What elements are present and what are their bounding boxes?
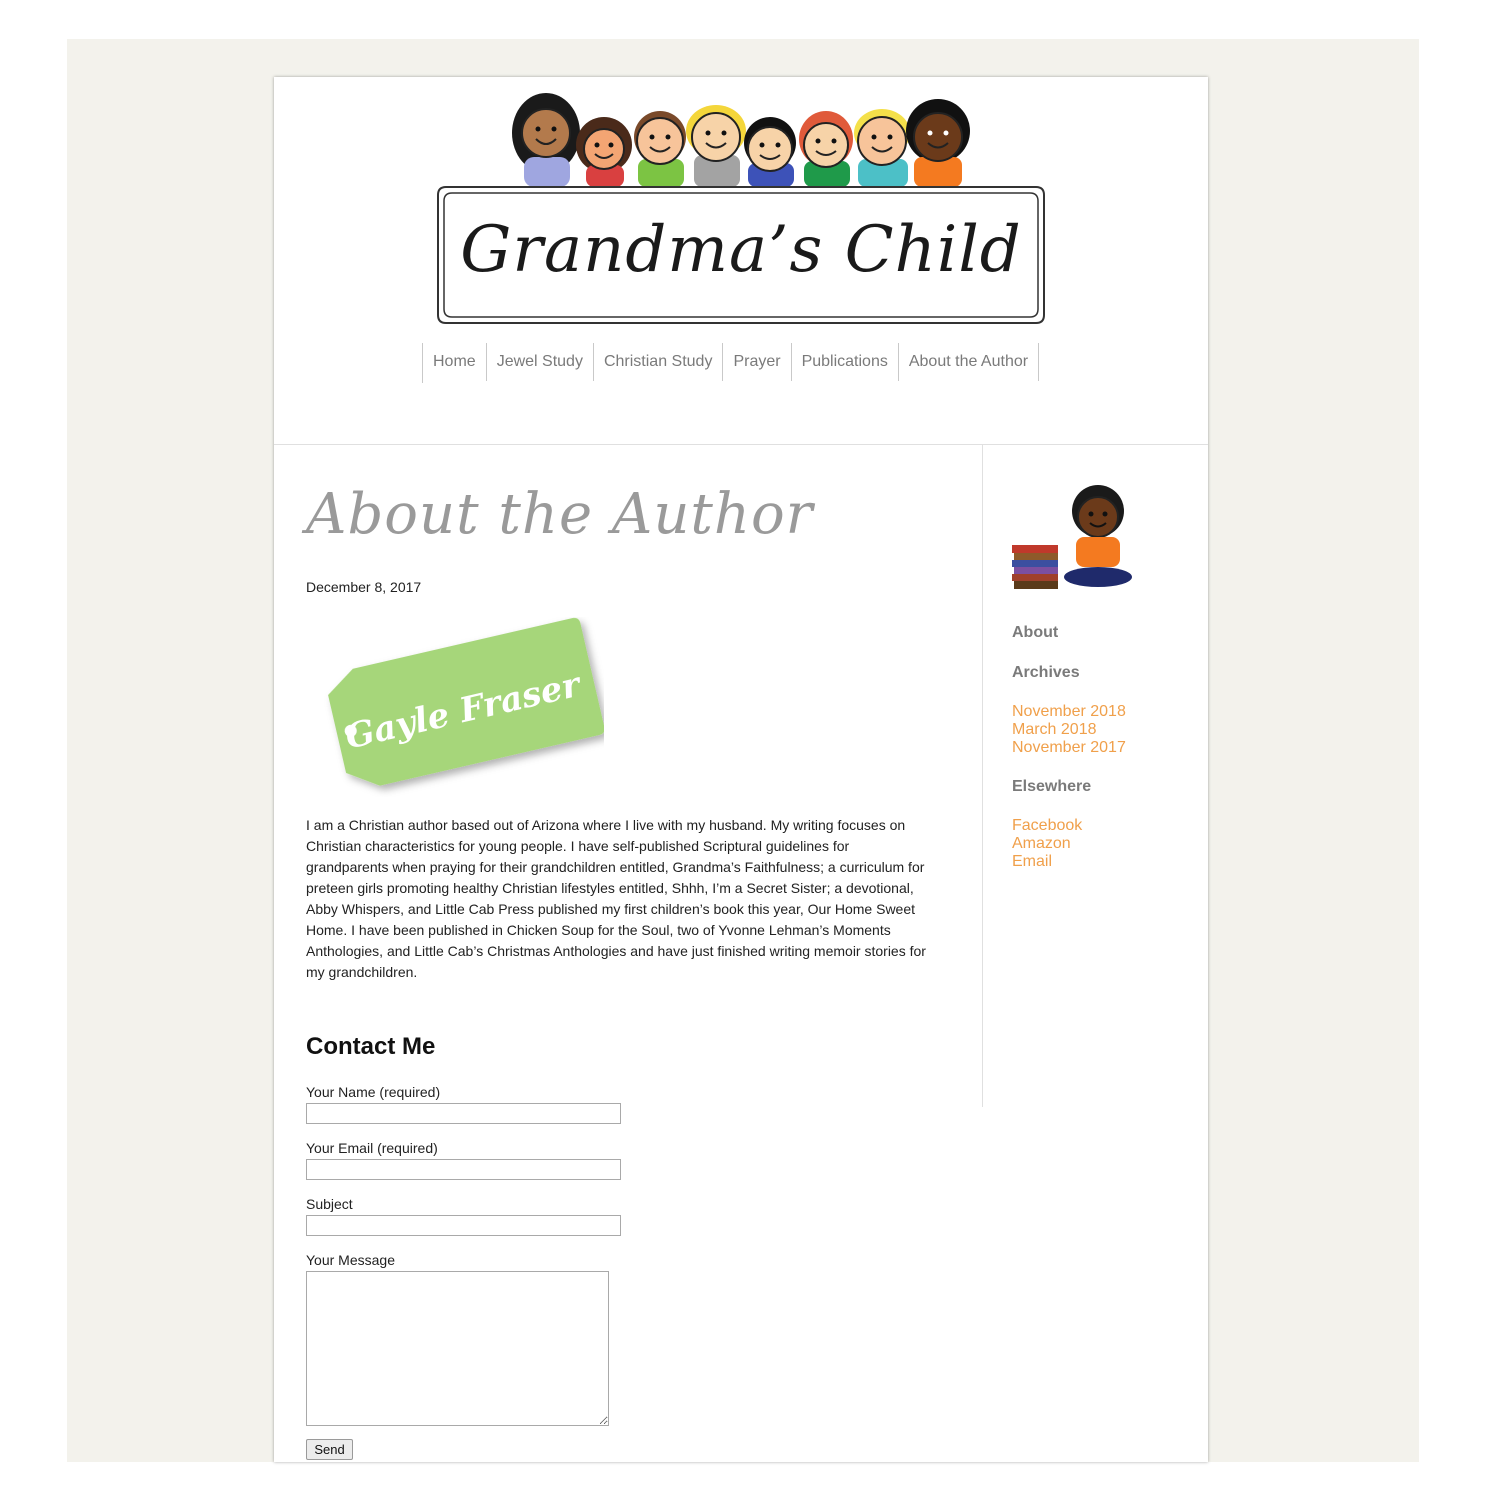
email-field[interactable]: [306, 1159, 621, 1180]
contact-heading: Contact Me: [306, 1033, 436, 1060]
author-bio: I am a Christian author based out of Ari…: [306, 817, 926, 980]
email-field-label: Your Email (required): [306, 1140, 438, 1156]
email-link[interactable]: Email: [1012, 853, 1082, 871]
main-navigation: Home Jewel Study Christian Study Prayer …: [422, 343, 1040, 383]
subject-field[interactable]: [306, 1215, 621, 1236]
sidebar-about-heading[interactable]: About: [1012, 624, 1058, 642]
nav-item-prayer[interactable]: Prayer: [723, 343, 792, 381]
archive-link[interactable]: March 2018: [1012, 721, 1126, 739]
message-field-label: Your Message: [306, 1252, 395, 1268]
message-field[interactable]: [306, 1271, 609, 1426]
nav-item-publications[interactable]: Publications: [792, 343, 899, 381]
children-illustration-icon: [494, 91, 984, 186]
sidebar-archives-heading: Archives: [1012, 664, 1080, 681]
elsewhere-list: Facebook Amazon Email: [1012, 817, 1082, 871]
facebook-link[interactable]: Facebook: [1012, 817, 1082, 835]
page-container: Grandma’s Child Home Jewel Study Christi…: [274, 77, 1208, 1462]
boy-reading-books-icon: [1010, 483, 1134, 593]
name-tag-image: Gayle Fraser: [304, 617, 604, 797]
nav-item-home[interactable]: Home: [423, 343, 487, 381]
archive-link[interactable]: November 2018: [1012, 703, 1126, 721]
name-field-label: Your Name (required): [306, 1084, 441, 1100]
sidebar-elsewhere-heading: Elsewhere: [1012, 778, 1092, 795]
sidebar-divider: [982, 445, 983, 1107]
nav-item-about-the-author[interactable]: About the Author: [899, 343, 1040, 381]
archive-link[interactable]: November 2017: [1012, 739, 1126, 757]
amazon-link[interactable]: Amazon: [1012, 835, 1082, 853]
subject-field-label: Subject: [306, 1196, 353, 1212]
send-button[interactable]: Send: [306, 1439, 353, 1460]
site-title: Grandma’s Child: [460, 213, 1022, 287]
name-field[interactable]: [306, 1103, 621, 1124]
archives-list: November 2018 March 2018 November 2017: [1012, 703, 1126, 757]
page-title: About the Author: [306, 482, 814, 547]
site-title-banner[interactable]: Grandma’s Child: [434, 183, 1048, 327]
header-divider: [274, 444, 1208, 445]
post-date: December 8, 2017: [306, 579, 422, 595]
nav-item-christian-study[interactable]: Christian Study: [594, 343, 724, 381]
nav-item-jewel-study[interactable]: Jewel Study: [487, 343, 594, 381]
